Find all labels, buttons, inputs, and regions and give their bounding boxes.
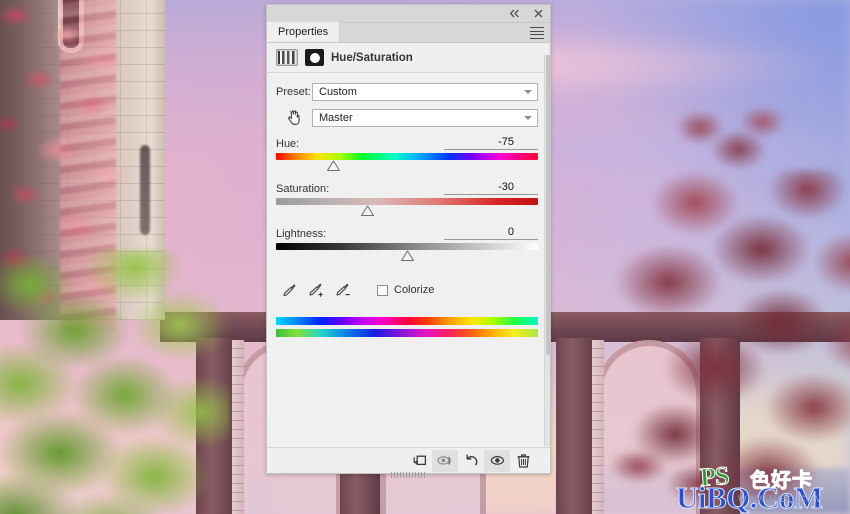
saturation-slider-track[interactable]	[276, 198, 538, 205]
toggle-visibility-button[interactable]	[484, 449, 510, 472]
panel-body: Preset: Custom Master Hue: -75 Saturatio…	[267, 73, 550, 447]
tower-window-lower	[140, 145, 150, 235]
panel-tabbar: Properties	[267, 22, 550, 43]
hue-saturation-thumbnail-icon[interactable]	[276, 49, 298, 66]
panel-scrollbar[interactable]	[544, 55, 550, 446]
green-bush	[0, 250, 230, 514]
on-image-adjustment-hand-icon[interactable]	[283, 108, 305, 128]
channel-select[interactable]: Master	[312, 109, 538, 127]
preset-value: Custom	[319, 86, 357, 98]
delete-button[interactable]	[510, 450, 536, 472]
lightness-slider-thumb[interactable]	[400, 250, 415, 262]
tab-properties-label: Properties	[278, 26, 329, 38]
hue-slider-group: Hue: -75	[276, 134, 538, 175]
lightness-value[interactable]: 0	[444, 226, 538, 240]
close-icon[interactable]	[532, 8, 544, 20]
reset-button[interactable]	[458, 450, 484, 472]
chevron-down-icon	[524, 116, 532, 120]
saturation-label: Saturation:	[276, 183, 330, 195]
view-previous-state-button[interactable]	[432, 449, 458, 472]
preset-select[interactable]: Custom	[312, 83, 538, 101]
saturation-value[interactable]: -30	[444, 181, 538, 195]
adjustment-title: Hue/Saturation	[331, 51, 413, 64]
layer-mask-thumbnail-icon[interactable]	[305, 49, 324, 66]
lightness-slider-track[interactable]	[276, 243, 538, 250]
saturation-slider-group: Saturation: -30	[276, 179, 538, 220]
panel-scrollbar-thumb[interactable]	[546, 55, 550, 355]
collapse-double-arrow-icon[interactable]	[508, 8, 520, 20]
eyedropper-icon[interactable]	[276, 279, 303, 301]
properties-panel: Properties Hue/Saturation Preset: Custom	[266, 4, 551, 478]
lightness-slider-group: Lightness: 0	[276, 224, 538, 265]
panel-resize-grip[interactable]	[390, 472, 427, 478]
channel-row: Master	[276, 108, 538, 128]
saturation-slider-thumb[interactable]	[360, 205, 375, 217]
red-tree-lower	[600, 430, 760, 514]
viaduct-brick-column	[232, 340, 244, 514]
hue-label: Hue:	[276, 138, 300, 150]
eyedropper-minus-icon[interactable]	[330, 279, 357, 301]
tab-properties[interactable]: Properties	[267, 22, 341, 42]
eyedropper-plus-icon[interactable]	[303, 279, 330, 301]
hue-slider-track-wrap[interactable]	[276, 153, 538, 175]
hue-range-bars	[276, 317, 538, 337]
result-hue-bar[interactable]	[276, 329, 538, 337]
adjustment-header: Hue/Saturation	[267, 43, 550, 73]
colorize-checkbox[interactable]	[377, 284, 388, 296]
colorize-checkbox-row[interactable]: Colorize	[377, 284, 434, 296]
eyedropper-row: Colorize	[276, 279, 538, 301]
panel-footer	[267, 447, 550, 478]
lightness-slider-track-wrap[interactable]	[276, 243, 538, 265]
clip-to-layer-button[interactable]	[406, 450, 432, 472]
chevron-down-icon	[524, 90, 532, 94]
screenshot-root: PS 色好卡 UiBQ.CoM WWW.UIBQ.COM Properties	[0, 0, 850, 514]
hue-value[interactable]: -75	[444, 136, 538, 150]
saturation-slider-track-wrap[interactable]	[276, 198, 538, 220]
preset-row: Preset: Custom	[276, 82, 538, 102]
panel-menu-icon[interactable]	[530, 27, 544, 39]
hue-slider-thumb[interactable]	[326, 160, 341, 172]
colorize-label: Colorize	[394, 284, 435, 296]
hue-slider-track[interactable]	[276, 153, 538, 160]
preset-label: Preset:	[276, 86, 311, 98]
lightness-label: Lightness:	[276, 228, 327, 240]
source-hue-bar[interactable]	[276, 317, 538, 325]
channel-value: Master	[319, 112, 353, 124]
panel-titlebar	[267, 5, 550, 23]
